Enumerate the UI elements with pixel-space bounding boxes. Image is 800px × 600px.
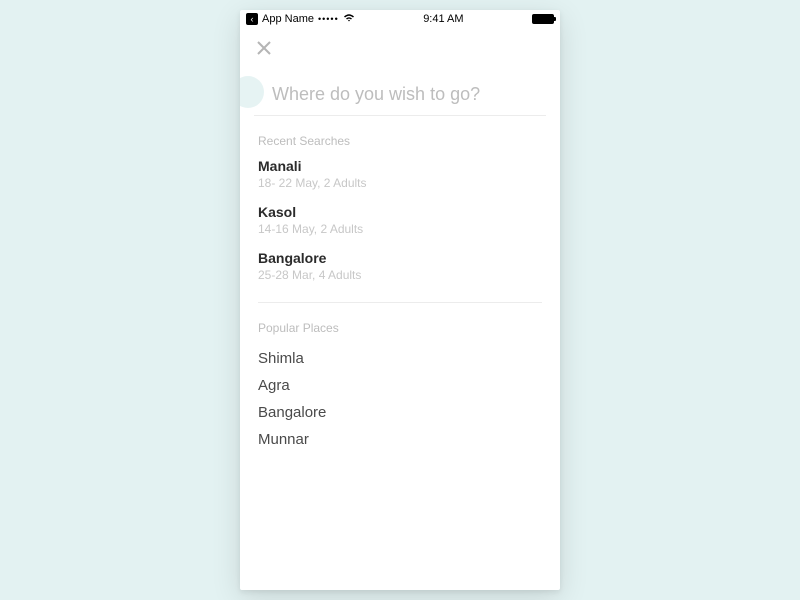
recent-searches-section: Recent Searches Manali 18- 22 May, 2 Adu… bbox=[240, 116, 560, 296]
battery-icon bbox=[532, 14, 554, 24]
signal-dots-icon: ••••• bbox=[318, 14, 339, 24]
popular-item[interactable]: Bangalore bbox=[258, 399, 542, 426]
search-input[interactable] bbox=[272, 84, 546, 105]
recent-item-name: Kasol bbox=[258, 204, 542, 220]
statusbar-left: ‹ App Name ••••• bbox=[246, 13, 355, 25]
popular-item[interactable]: Munnar bbox=[258, 426, 542, 453]
recent-item-detail: 18- 22 May, 2 Adults bbox=[258, 176, 542, 190]
recent-item[interactable]: Manali 18- 22 May, 2 Adults bbox=[258, 158, 542, 190]
recent-item-name: Bangalore bbox=[258, 250, 542, 266]
popular-item[interactable]: Shimla bbox=[258, 345, 542, 372]
recent-item-detail: 25-28 Mar, 4 Adults bbox=[258, 268, 542, 282]
recent-item[interactable]: Bangalore 25-28 Mar, 4 Adults bbox=[258, 250, 542, 282]
close-icon bbox=[257, 41, 271, 55]
status-bar: ‹ App Name ••••• 9:41 AM bbox=[240, 10, 560, 28]
phone-frame: ‹ App Name ••••• 9:41 AM Recent Searches… bbox=[240, 10, 560, 590]
statusbar-right bbox=[532, 14, 554, 24]
close-row bbox=[240, 28, 560, 60]
app-name: App Name bbox=[262, 13, 314, 25]
clock: 9:41 AM bbox=[423, 13, 463, 25]
recent-item-detail: 14-16 May, 2 Adults bbox=[258, 222, 542, 236]
wifi-icon bbox=[343, 13, 355, 25]
search-accent-circle bbox=[240, 76, 264, 108]
recent-item[interactable]: Kasol 14-16 May, 2 Adults bbox=[258, 204, 542, 236]
popular-places-header: Popular Places bbox=[258, 321, 542, 335]
recent-item-name: Manali bbox=[258, 158, 542, 174]
popular-item[interactable]: Agra bbox=[258, 372, 542, 399]
back-icon: ‹ bbox=[246, 13, 258, 25]
search-field-wrap bbox=[254, 78, 546, 116]
close-button[interactable] bbox=[254, 38, 274, 58]
popular-places-section: Popular Places Shimla Agra Bangalore Mun… bbox=[240, 303, 560, 453]
recent-searches-header: Recent Searches bbox=[258, 134, 542, 148]
